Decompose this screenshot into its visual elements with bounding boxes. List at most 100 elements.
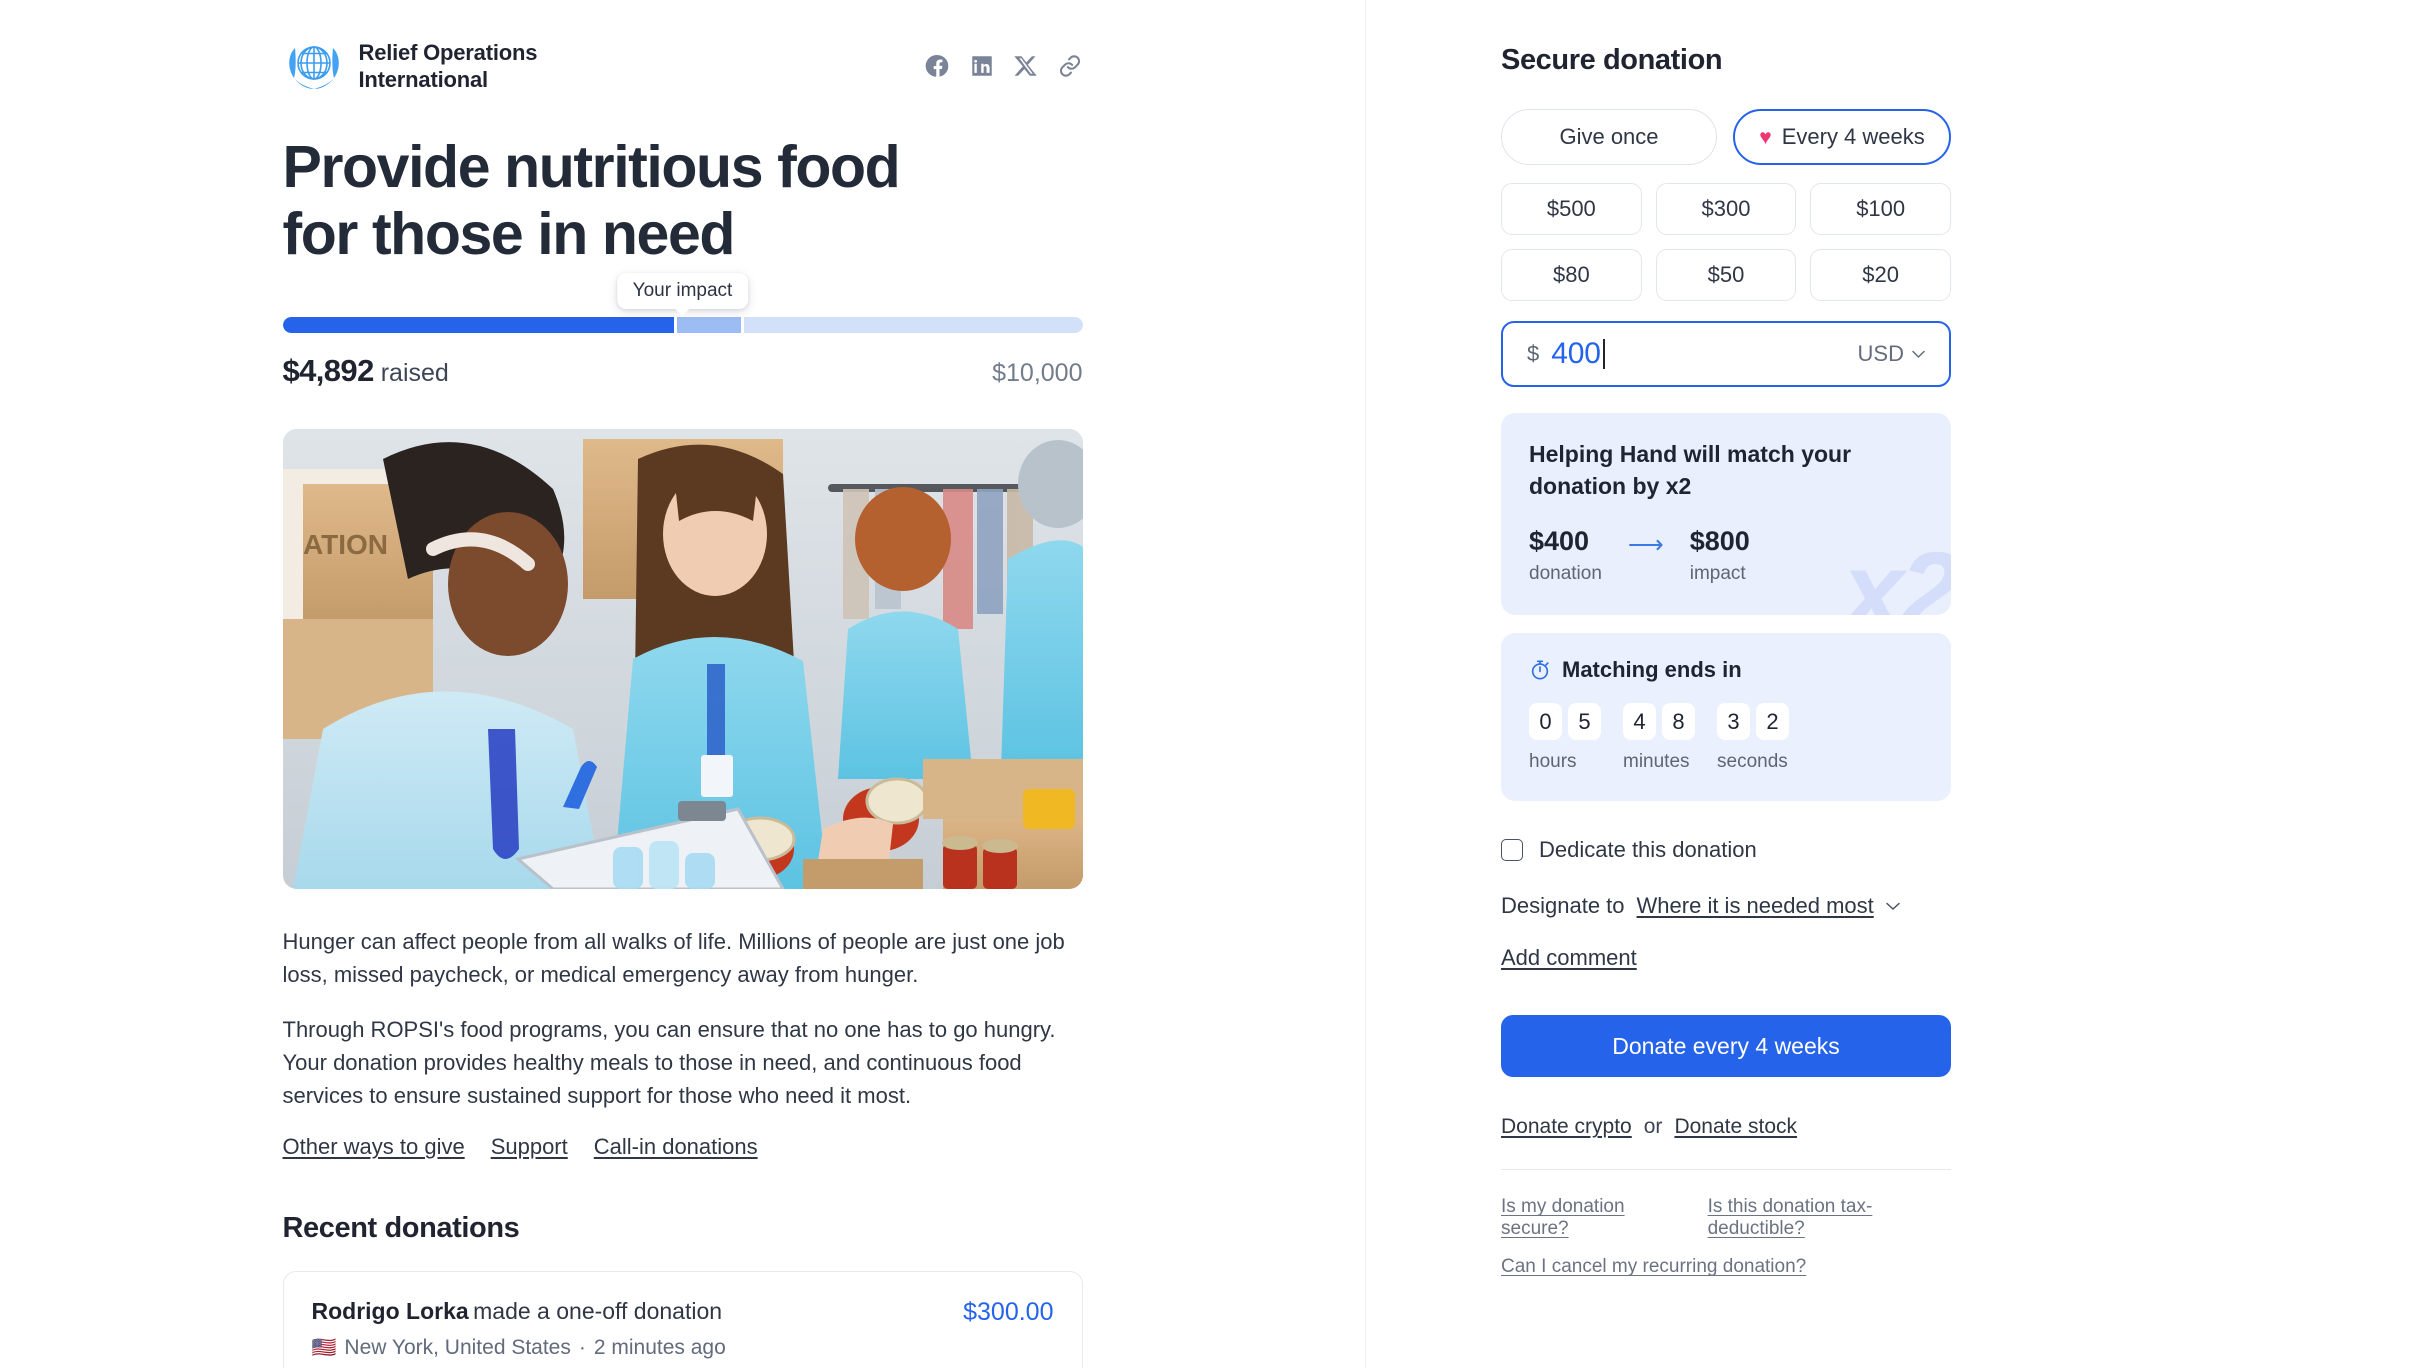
- hours-digit-2: 5: [1568, 703, 1601, 741]
- minutes-digit-2: 8: [1662, 703, 1695, 741]
- headline-line2: for those in need: [282, 200, 736, 267]
- designate-label: Designate to: [1501, 893, 1625, 919]
- faq-links: Is my donation secure? Is this donation …: [1501, 1196, 1951, 1278]
- chevron-down-icon: [1912, 350, 1925, 358]
- arrow-right-icon: ⟶: [1627, 531, 1664, 560]
- x-twitter-icon[interactable]: [1013, 53, 1039, 79]
- donation-meta: 🇺🇸 New York, United States · 2 minutes a…: [312, 1336, 726, 1360]
- brand-name: Relief Operations International: [359, 39, 538, 94]
- hours-label: hours: [1529, 751, 1577, 773]
- give-once-button[interactable]: Give once: [1501, 109, 1717, 165]
- globe-laurel-icon: [283, 38, 345, 94]
- designate-value[interactable]: Where it is needed most: [1637, 893, 1874, 919]
- facebook-icon[interactable]: [925, 53, 951, 79]
- panel-title: Secure donation: [1501, 44, 1723, 76]
- site-header: Relief Operations International: [283, 28, 1083, 104]
- match-donation: $400 donation: [1529, 526, 1602, 585]
- match-figures: $400 donation ⟶ $800 impact: [1529, 526, 1923, 585]
- match-donation-value: $400: [1529, 526, 1590, 557]
- campaign-description: Hunger can affect people from all walks …: [283, 925, 1083, 1160]
- link-icon[interactable]: [1057, 53, 1083, 79]
- linkedin-icon[interactable]: [969, 53, 995, 79]
- dedicate-checkbox[interactable]: [1501, 839, 1523, 862]
- add-comment-link[interactable]: Add comment: [1501, 945, 1637, 971]
- alt-or-text: or: [1643, 1115, 1663, 1139]
- custom-amount-input[interactable]: $ 400 USD: [1501, 321, 1951, 387]
- seconds-label: seconds: [1717, 751, 1788, 773]
- campaign-paragraph-2: Through ROPSI's food programs, you can e…: [282, 1017, 1056, 1109]
- seconds-digit-2: 2: [1756, 703, 1789, 741]
- countdown: 0 5 hours 4 8 minutes 3 2 seconds: [1529, 703, 1923, 773]
- frequency-toggle: Give once ♥ Every 4 weeks: [1501, 109, 1951, 165]
- progress-amounts: $4,892 raised $10,000: [283, 353, 1083, 389]
- alternative-giving-row: Donate crypto or Donate stock: [1501, 1115, 1951, 1139]
- donate-stock-link[interactable]: Donate stock: [1674, 1115, 1797, 1139]
- donation-panel: Secure donation Give once ♥ Every 4 week…: [1366, 0, 2432, 1368]
- raised-label: raised: [380, 359, 449, 388]
- faq-link-cancel-recurring[interactable]: Can I cancel my recurring donation?: [1501, 1256, 1806, 1278]
- link-call-in-donations[interactable]: Call-in donations: [594, 1134, 758, 1160]
- brand[interactable]: Relief Operations International: [283, 38, 538, 94]
- campaign-paragraph-1: Hunger can affect people from all walks …: [282, 929, 1065, 988]
- panel-divider: [1501, 1169, 1951, 1171]
- campaign-links: Other ways to give Support Call-in donat…: [283, 1134, 1083, 1160]
- progress-segment-remaining: [743, 317, 1083, 334]
- timer-header: Matching ends in: [1529, 657, 1923, 683]
- headline-line1: Provide nutritious food: [282, 134, 901, 200]
- match-title: Helping Hand will match your donation by…: [1529, 441, 1852, 499]
- link-support[interactable]: Support: [491, 1134, 568, 1160]
- text-caret: [1602, 339, 1605, 369]
- campaign-column: Relief Operations International Provide …: [0, 0, 1366, 1368]
- brand-name-line1: Relief Operations: [358, 39, 538, 65]
- faq-link-secure[interactable]: Is my donation secure?: [1501, 1196, 1684, 1240]
- chevron-down-icon-designate[interactable]: [1886, 902, 1900, 911]
- svg-text:ATION: ATION: [303, 529, 388, 560]
- donor-location: New York, United States: [344, 1336, 571, 1360]
- preset-amount-80[interactable]: $80: [1501, 249, 1642, 301]
- seconds-digit-1: 3: [1717, 703, 1750, 741]
- raised-amount: $4,892: [282, 353, 375, 389]
- preset-amount-300[interactable]: $300: [1655, 183, 1797, 235]
- raised-block: $4,892 raised: [283, 353, 449, 389]
- progress-segment-impact: [676, 317, 741, 334]
- currency-code: USD: [1857, 341, 1904, 366]
- match-impact-label: impact: [1689, 563, 1746, 585]
- preset-amount-100[interactable]: $100: [1810, 183, 1951, 235]
- donor-name: Rodrigo Lorka: [311, 1298, 469, 1325]
- progress-section: Your impact $4,892 raised $10,000: [282, 273, 1083, 389]
- preset-amount-50[interactable]: $50: [1655, 249, 1797, 301]
- recurring-button[interactable]: ♥ Every 4 weeks: [1733, 109, 1951, 165]
- countdown-seconds: 3 2 seconds: [1717, 703, 1789, 773]
- donation-list-item[interactable]: Rodrigo Lorka made a one-off donation 🇺🇸…: [282, 1271, 1083, 1368]
- preset-amount-grid: $500 $300 $100 $80 $50 $20: [1501, 183, 1951, 301]
- donation-info: Rodrigo Lorka made a one-off donation 🇺🇸…: [312, 1298, 726, 1360]
- minutes-label: minutes: [1623, 751, 1690, 773]
- link-other-ways-to-give[interactable]: Other ways to give: [283, 1134, 465, 1160]
- donation-headline: Rodrigo Lorka made a one-off donation: [312, 1298, 726, 1325]
- donation-amount: $300.00: [963, 1298, 1054, 1327]
- designate-row: Designate to Where it is needed most: [1501, 893, 1951, 919]
- faq-link-tax-deductible[interactable]: Is this donation tax-deductible?: [1708, 1196, 1951, 1240]
- timer-label: Matching ends in: [1562, 657, 1742, 683]
- brand-name-line2: International: [358, 67, 489, 92]
- your-impact-tooltip: Your impact: [616, 273, 749, 310]
- match-donation-label: donation: [1529, 563, 1602, 585]
- donate-crypto-link[interactable]: Donate crypto: [1501, 1115, 1632, 1139]
- countdown-minutes: 4 8 minutes: [1623, 703, 1695, 773]
- currency-selector[interactable]: USD: [1858, 341, 1925, 367]
- preset-amount-20[interactable]: $20: [1810, 249, 1951, 301]
- heart-icon: ♥: [1759, 125, 1772, 149]
- recurring-label: Every 4 weeks: [1781, 124, 1925, 149]
- donation-page: Relief Operations International Provide …: [0, 0, 2432, 1368]
- dedicate-donation-row[interactable]: Dedicate this donation: [1501, 837, 1951, 863]
- preset-amount-500[interactable]: $500: [1501, 183, 1642, 235]
- campaign-photo: ATION: [282, 429, 1083, 890]
- match-impact-value: $800: [1689, 526, 1750, 557]
- countdown-hours: 0 5 hours: [1529, 703, 1601, 773]
- hours-digit-1: 0: [1529, 703, 1562, 741]
- donate-button[interactable]: Donate every 4 weeks: [1501, 1015, 1951, 1078]
- recent-donations-title: Recent donations: [282, 1212, 520, 1245]
- amount-value: 400: [1551, 337, 1601, 370]
- give-once-label: Give once: [1559, 124, 1659, 149]
- page-title: Provide nutritious food for those in nee…: [283, 134, 1083, 267]
